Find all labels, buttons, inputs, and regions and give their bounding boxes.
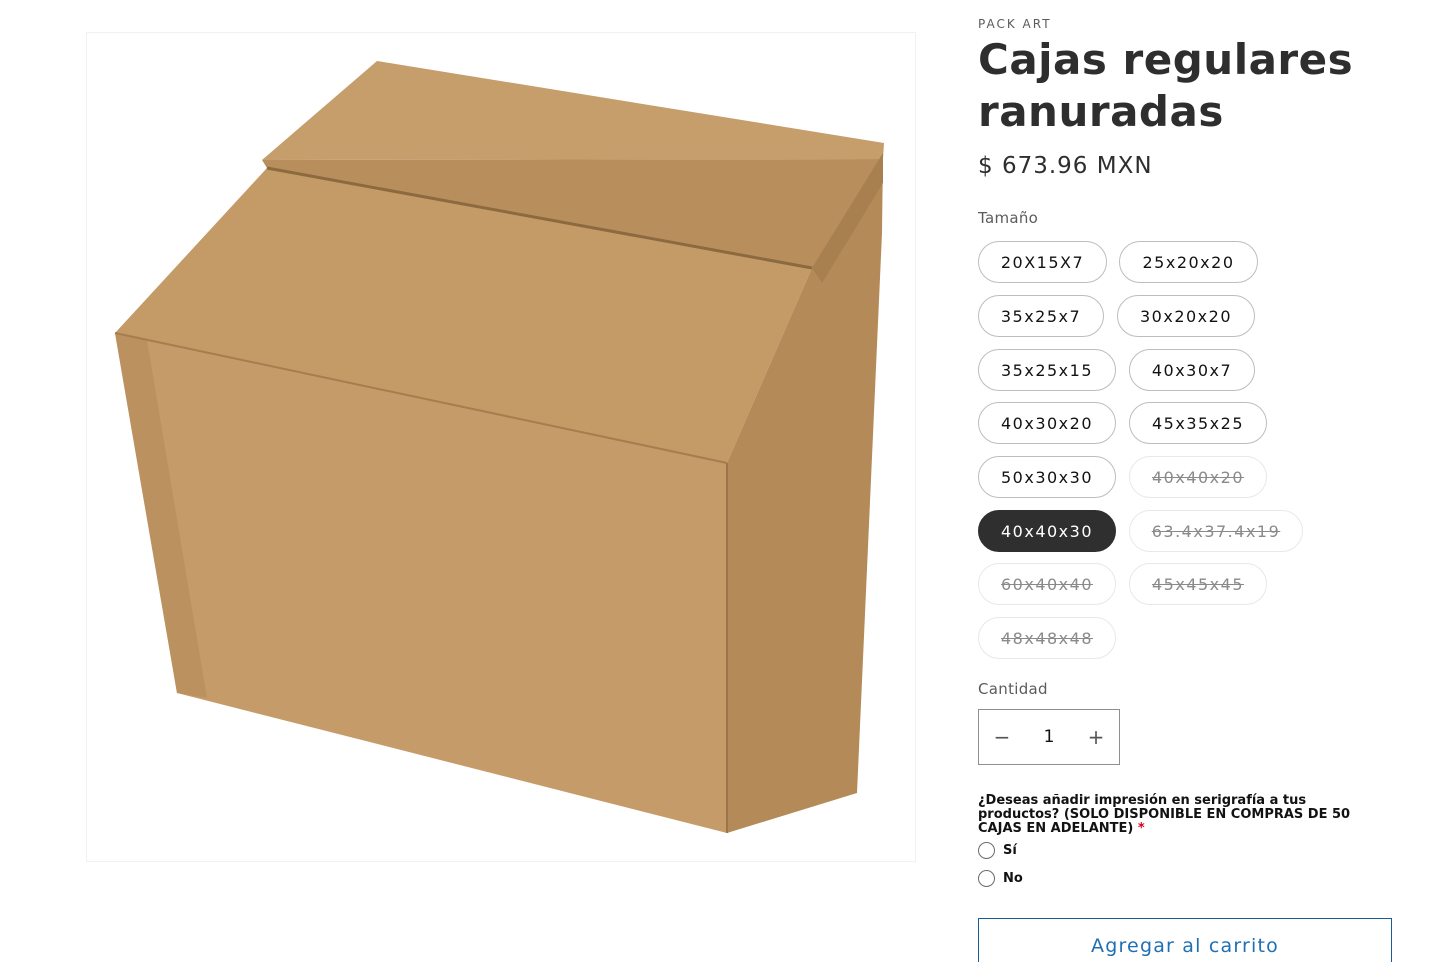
product-price: $ 673.96 MXN — [978, 153, 1153, 179]
size-option[interactable]: 50x30x30 — [978, 456, 1116, 498]
radio-label-si: Sí — [1003, 843, 1017, 858]
size-option-unavailable[interactable]: 40x40x20 — [1129, 456, 1267, 498]
serigraphy-question-text: ¿Deseas añadir impresión en serigrafía a… — [978, 793, 1351, 836]
quantity-label: Cantidad — [978, 680, 1048, 698]
size-option-unavailable[interactable]: 48x48x48 — [978, 617, 1116, 659]
required-mark: * — [1137, 821, 1145, 836]
size-option[interactable]: 40x30x7 — [1129, 349, 1255, 391]
size-label: Tamaño — [978, 209, 1039, 227]
vendor-name: PACK ART — [978, 17, 1052, 31]
size-option[interactable]: 35x25x15 — [978, 349, 1116, 391]
size-option[interactable]: 35x25x7 — [978, 295, 1104, 337]
size-option-unavailable[interactable]: 63.4x37.4x19 — [1129, 510, 1303, 552]
quantity-input[interactable] — [1025, 710, 1073, 764]
product-title: Cajas regulares ranuradas — [978, 35, 1354, 136]
product-page: PACK ART Cajas regulares ranuradas $ 673… — [0, 0, 1449, 962]
radio-no[interactable] — [978, 870, 995, 887]
size-option-unavailable[interactable]: 45x45x45 — [1129, 563, 1267, 605]
serigraphy-option-no[interactable]: No — [978, 870, 1023, 887]
radio-si[interactable] — [978, 842, 995, 859]
size-option-selected[interactable]: 40x40x30 — [978, 510, 1116, 552]
radio-label-no: No — [1003, 871, 1023, 886]
quantity-increase-button[interactable]: + — [1073, 710, 1119, 764]
quantity-selector: − + — [978, 709, 1120, 765]
cardboard-box-image — [114, 61, 884, 833]
size-option[interactable]: 20X15X7 — [978, 241, 1107, 283]
serigraphy-option-si[interactable]: Sí — [978, 842, 1017, 859]
size-option[interactable]: 30x20x20 — [1117, 295, 1255, 337]
serigraphy-question: ¿Deseas añadir impresión en serigrafía a… — [978, 794, 1378, 836]
size-option-unavailable[interactable]: 60x40x40 — [978, 563, 1116, 605]
size-option[interactable]: 25x20x20 — [1119, 241, 1258, 283]
add-to-cart-button[interactable]: Agregar al carrito — [978, 918, 1392, 962]
size-option[interactable]: 45x35x25 — [1129, 402, 1267, 444]
size-option[interactable]: 40x30x20 — [978, 402, 1116, 444]
quantity-decrease-button[interactable]: − — [979, 710, 1025, 764]
product-image[interactable] — [86, 32, 916, 862]
